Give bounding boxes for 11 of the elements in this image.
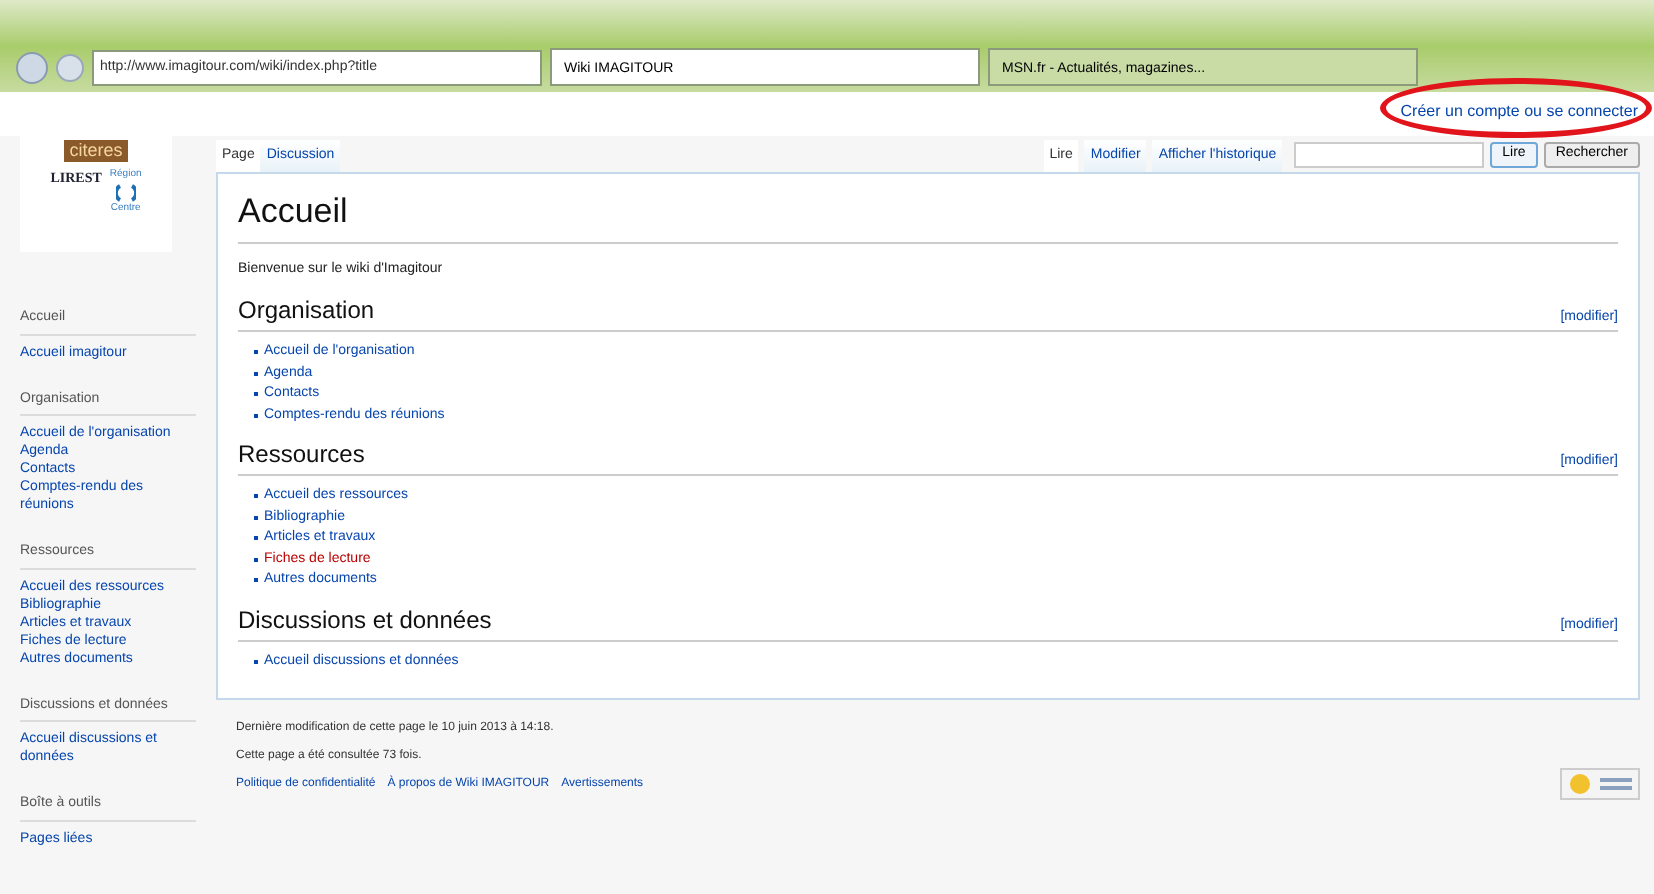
logo-text: citeres: [63, 140, 129, 162]
section-heading: Ressources: [238, 438, 365, 472]
logo-icon: [115, 183, 136, 201]
section-heading: Organisation: [238, 294, 375, 328]
mediawiki-badge-icon: [1560, 768, 1640, 800]
login-link[interactable]: Créer un compte ou se connecter: [1400, 100, 1638, 136]
search-field[interactable]: [1294, 142, 1485, 168]
page-title: Accueil: [238, 186, 1618, 243]
section-heading: Discussions et données: [238, 603, 492, 637]
forward-button[interactable]: [56, 53, 84, 81]
back-button[interactable]: [16, 51, 48, 83]
